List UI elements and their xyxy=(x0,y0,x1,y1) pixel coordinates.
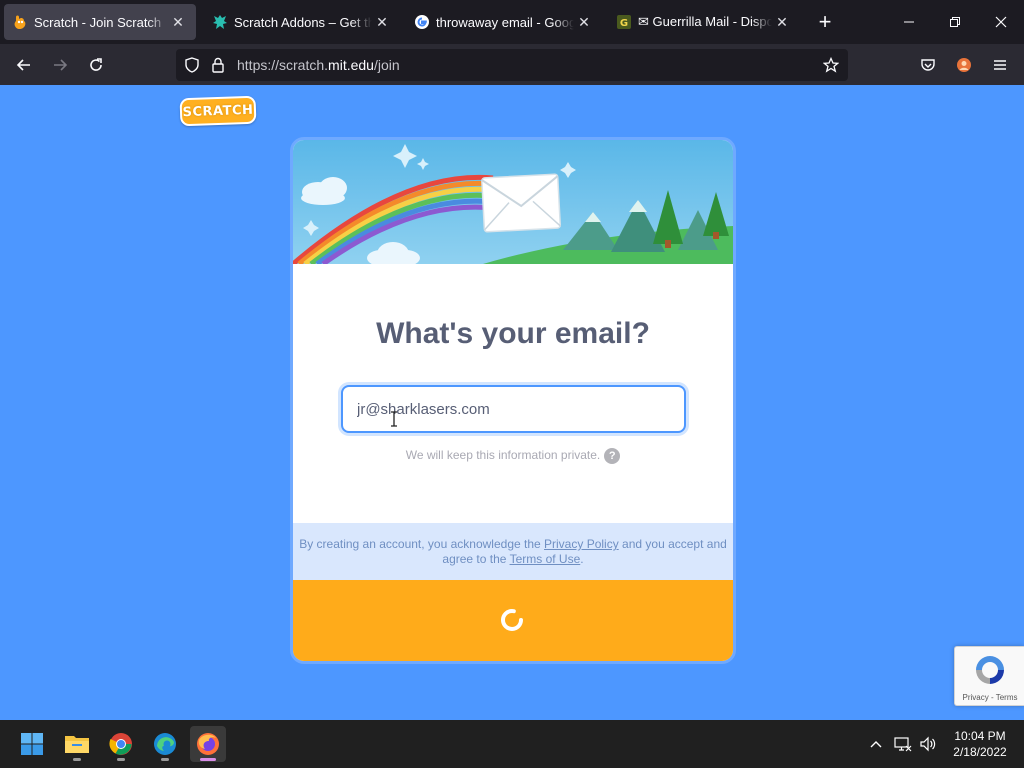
pocket-button[interactable] xyxy=(915,52,941,78)
running-indicator xyxy=(117,758,125,761)
extension-button[interactable] xyxy=(951,52,977,78)
privacy-policy-link[interactable]: Privacy Policy xyxy=(544,537,619,551)
close-tab-icon[interactable]: ✕ xyxy=(168,12,188,32)
terms-suffix: . xyxy=(580,552,584,566)
tab-title: Scratch Addons – Get this E xyxy=(234,14,372,30)
svg-text:G: G xyxy=(620,18,628,29)
tab-guerrilla-mail[interactable]: G ✉ Guerrilla Mail - Disposab ✕ xyxy=(608,4,800,40)
tab-title: throwaway email - Google S xyxy=(436,14,574,30)
terms-prefix: By creating an account, you acknowledge … xyxy=(299,537,545,551)
tab-scratch-addons[interactable]: Scratch Addons – Get this E ✕ xyxy=(204,4,400,40)
start-button[interactable] xyxy=(14,726,50,762)
help-icon[interactable]: ? xyxy=(604,448,621,464)
running-indicator xyxy=(161,758,169,761)
clock-time: 10:04 PM xyxy=(954,729,1006,743)
join-banner-illustration xyxy=(293,140,733,264)
back-button[interactable] xyxy=(11,52,37,78)
text-cursor-icon xyxy=(391,411,397,427)
join-modal: What's your email? We will keep this inf… xyxy=(290,137,736,664)
forward-button[interactable] xyxy=(47,52,73,78)
chrome-icon xyxy=(109,733,132,755)
terms-of-use-link[interactable]: Terms of Use xyxy=(510,552,581,566)
forward-arrow-icon xyxy=(54,59,68,71)
tracking-protection-shield-icon[interactable] xyxy=(179,52,205,78)
extension-avatar-icon xyxy=(957,58,971,72)
speaker-icon xyxy=(920,736,936,752)
minimize-icon xyxy=(904,21,914,23)
hamburger-menu-icon xyxy=(994,60,1006,70)
url-host: mit.edu xyxy=(328,57,374,73)
app-menu-button[interactable] xyxy=(987,52,1013,78)
next-step-button[interactable] xyxy=(293,580,733,661)
tab-scratch-join[interactable]: Scratch - Join Scratch ✕ xyxy=(4,4,196,40)
show-hidden-icons-button[interactable] xyxy=(866,734,886,754)
taskbar-chrome[interactable] xyxy=(103,726,139,762)
close-window-button[interactable] xyxy=(987,8,1015,36)
email-step-body: What's your email? We will keep this inf… xyxy=(293,264,733,523)
terms-notice: By creating an account, you acknowledge … xyxy=(293,523,733,580)
close-tab-icon[interactable]: ✕ xyxy=(772,12,792,32)
restore-icon xyxy=(950,17,960,27)
loading-spinner-icon xyxy=(501,609,523,631)
new-tab-button[interactable]: + xyxy=(814,11,836,33)
google-favicon-icon xyxy=(414,14,430,30)
privacy-note-text: We will keep this information private. xyxy=(405,448,601,463)
volume-control[interactable] xyxy=(918,734,938,754)
minimize-window-button[interactable] xyxy=(895,8,923,36)
reload-icon xyxy=(90,58,102,71)
address-bar[interactable]: https://scratch.mit.edu/join xyxy=(176,49,848,81)
tab-title: Scratch - Join Scratch xyxy=(34,14,162,30)
logo-wordmark: SCRATCH xyxy=(182,102,254,120)
url-prefix: https://scratch. xyxy=(237,57,329,73)
running-indicator xyxy=(73,758,81,761)
tab-title: ✉ Guerrilla Mail - Disposab xyxy=(638,14,772,29)
privacy-note: We will keep this information private.? xyxy=(293,448,733,464)
url-text: https://scratch.mit.edu/join xyxy=(237,57,818,73)
chevron-up-icon xyxy=(870,741,882,748)
page-title: What's your email? xyxy=(376,317,650,350)
taskbar-firefox[interactable] xyxy=(190,726,226,762)
pocket-icon xyxy=(921,59,935,71)
taskbar-file-explorer[interactable] xyxy=(59,726,95,762)
browser-nav-bar: https://scratch.mit.edu/join xyxy=(0,44,1024,85)
lock-icon[interactable] xyxy=(205,52,231,78)
reload-button[interactable] xyxy=(83,52,109,78)
recaptcha-badge[interactable]: Privacy - Terms xyxy=(954,646,1024,706)
scratch-cat-favicon-icon xyxy=(12,14,28,30)
bookmark-star-icon[interactable] xyxy=(818,52,844,78)
url-path: /join xyxy=(373,57,400,73)
windows-taskbar: 10:04 PM 2/18/2022 xyxy=(0,720,1024,768)
close-tab-icon[interactable]: ✕ xyxy=(574,12,594,32)
active-indicator xyxy=(200,758,216,761)
back-arrow-icon xyxy=(16,59,30,71)
scratch-addons-favicon-icon xyxy=(212,14,228,30)
restore-window-button[interactable] xyxy=(941,8,969,36)
tab-google-search[interactable]: throwaway email - Google S ✕ xyxy=(406,4,602,40)
close-tab-icon[interactable]: ✕ xyxy=(372,12,392,32)
network-icon xyxy=(894,737,912,752)
windows-logo-icon xyxy=(21,733,43,755)
recaptcha-logo-icon xyxy=(976,656,1004,684)
taskbar-edge[interactable] xyxy=(147,726,183,762)
clock-date: 2/18/2022 xyxy=(953,745,1007,759)
recaptcha-links[interactable]: Privacy - Terms xyxy=(955,693,1024,702)
network-status[interactable] xyxy=(893,734,913,754)
edge-icon xyxy=(154,733,176,755)
close-icon xyxy=(995,16,1007,28)
firefox-icon xyxy=(197,733,219,755)
folder-icon xyxy=(65,736,89,753)
system-clock[interactable]: 10:04 PM 2/18/2022 xyxy=(944,728,1016,760)
browser-tab-bar: Scratch - Join Scratch ✕ Scratch Addons … xyxy=(0,0,1024,44)
guerrilla-mail-favicon-icon: G xyxy=(616,14,632,30)
scratch-logo[interactable]: SCRATCH xyxy=(179,95,257,127)
